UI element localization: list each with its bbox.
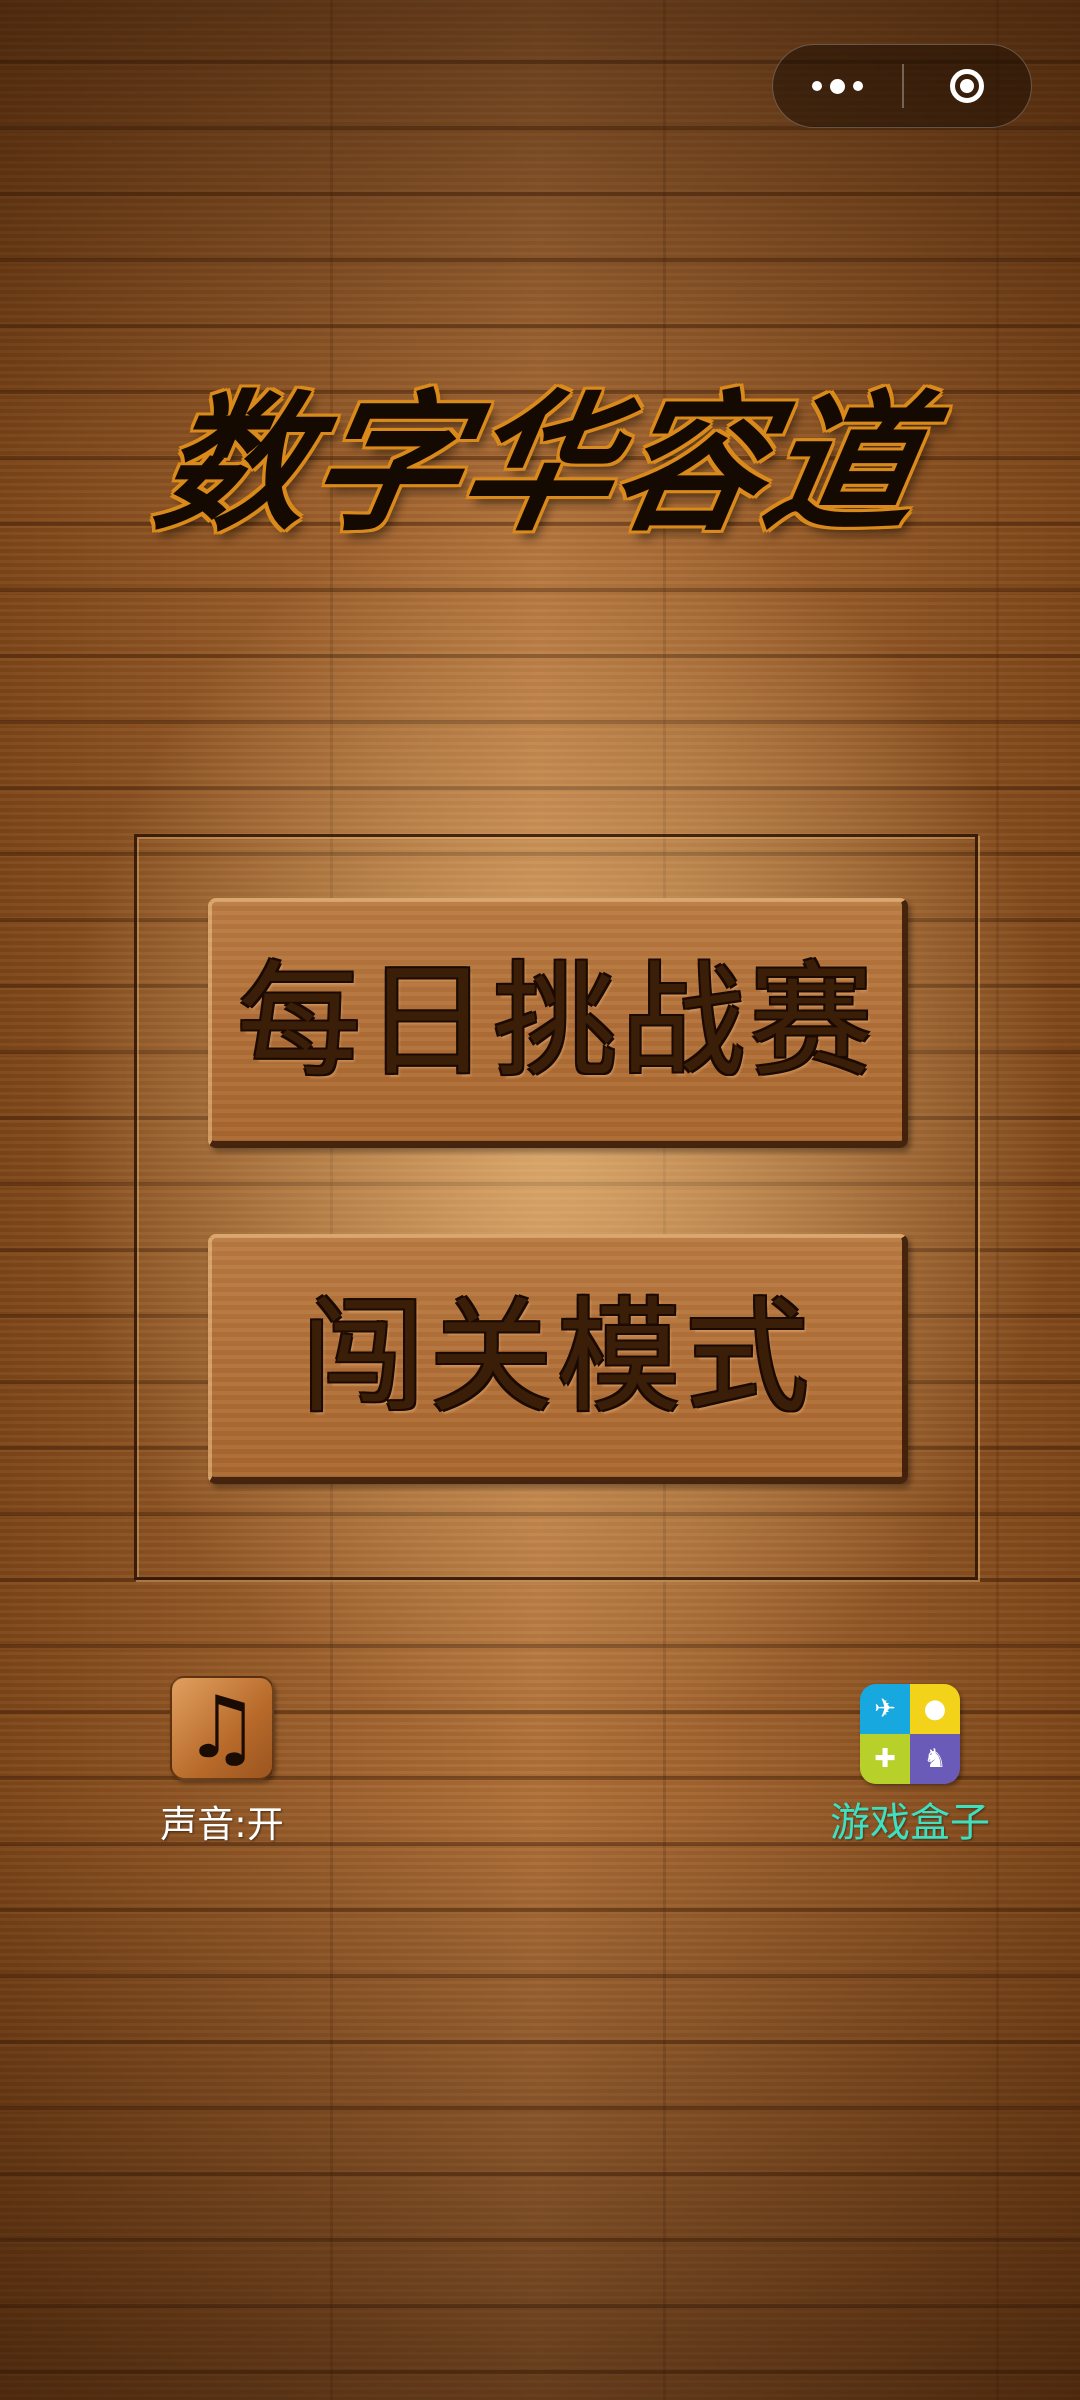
- more-dots-icon: [830, 78, 846, 94]
- close-miniprogram-button[interactable]: [904, 44, 1031, 128]
- more-options-button[interactable]: [773, 44, 902, 128]
- more-dots-icon: [812, 81, 823, 91]
- gamepad-icon: ✚: [860, 1734, 910, 1784]
- level-mode-button[interactable]: 闯关模式: [208, 1234, 908, 1484]
- more-dots-icon: [853, 81, 864, 91]
- game-box-label: 游戏盒子: [830, 1800, 990, 1846]
- miniprogram-capsule: [772, 44, 1032, 128]
- close-circle-icon: [950, 69, 985, 103]
- pacman-icon: ●: [910, 1684, 960, 1734]
- level-mode-label: 闯关模式: [300, 1285, 813, 1430]
- sound-toggle-button[interactable]: ♫ 声音:开: [152, 1676, 292, 1848]
- daily-challenge-button[interactable]: 每日挑战赛: [208, 898, 908, 1148]
- sound-status-label: 声音:开: [160, 1803, 284, 1846]
- music-note-icon: ♫: [170, 1676, 274, 1780]
- daily-challenge-label: 每日挑战赛: [236, 949, 877, 1094]
- game-title: 数字华容道: [144, 378, 936, 552]
- game-box-icon: ✈ ● ✚ ♞: [860, 1684, 960, 1784]
- kite-icon: ✈: [860, 1684, 910, 1734]
- game-home-screen: 数字华容道 每日挑战赛 闯关模式 ♫ 声音:开 ✈ ● ✚ ♞ 游戏盒子: [0, 0, 1080, 2400]
- game-box-button[interactable]: ✈ ● ✚ ♞ 游戏盒子: [820, 1684, 1000, 1848]
- chess-knight-icon: ♞: [910, 1734, 960, 1784]
